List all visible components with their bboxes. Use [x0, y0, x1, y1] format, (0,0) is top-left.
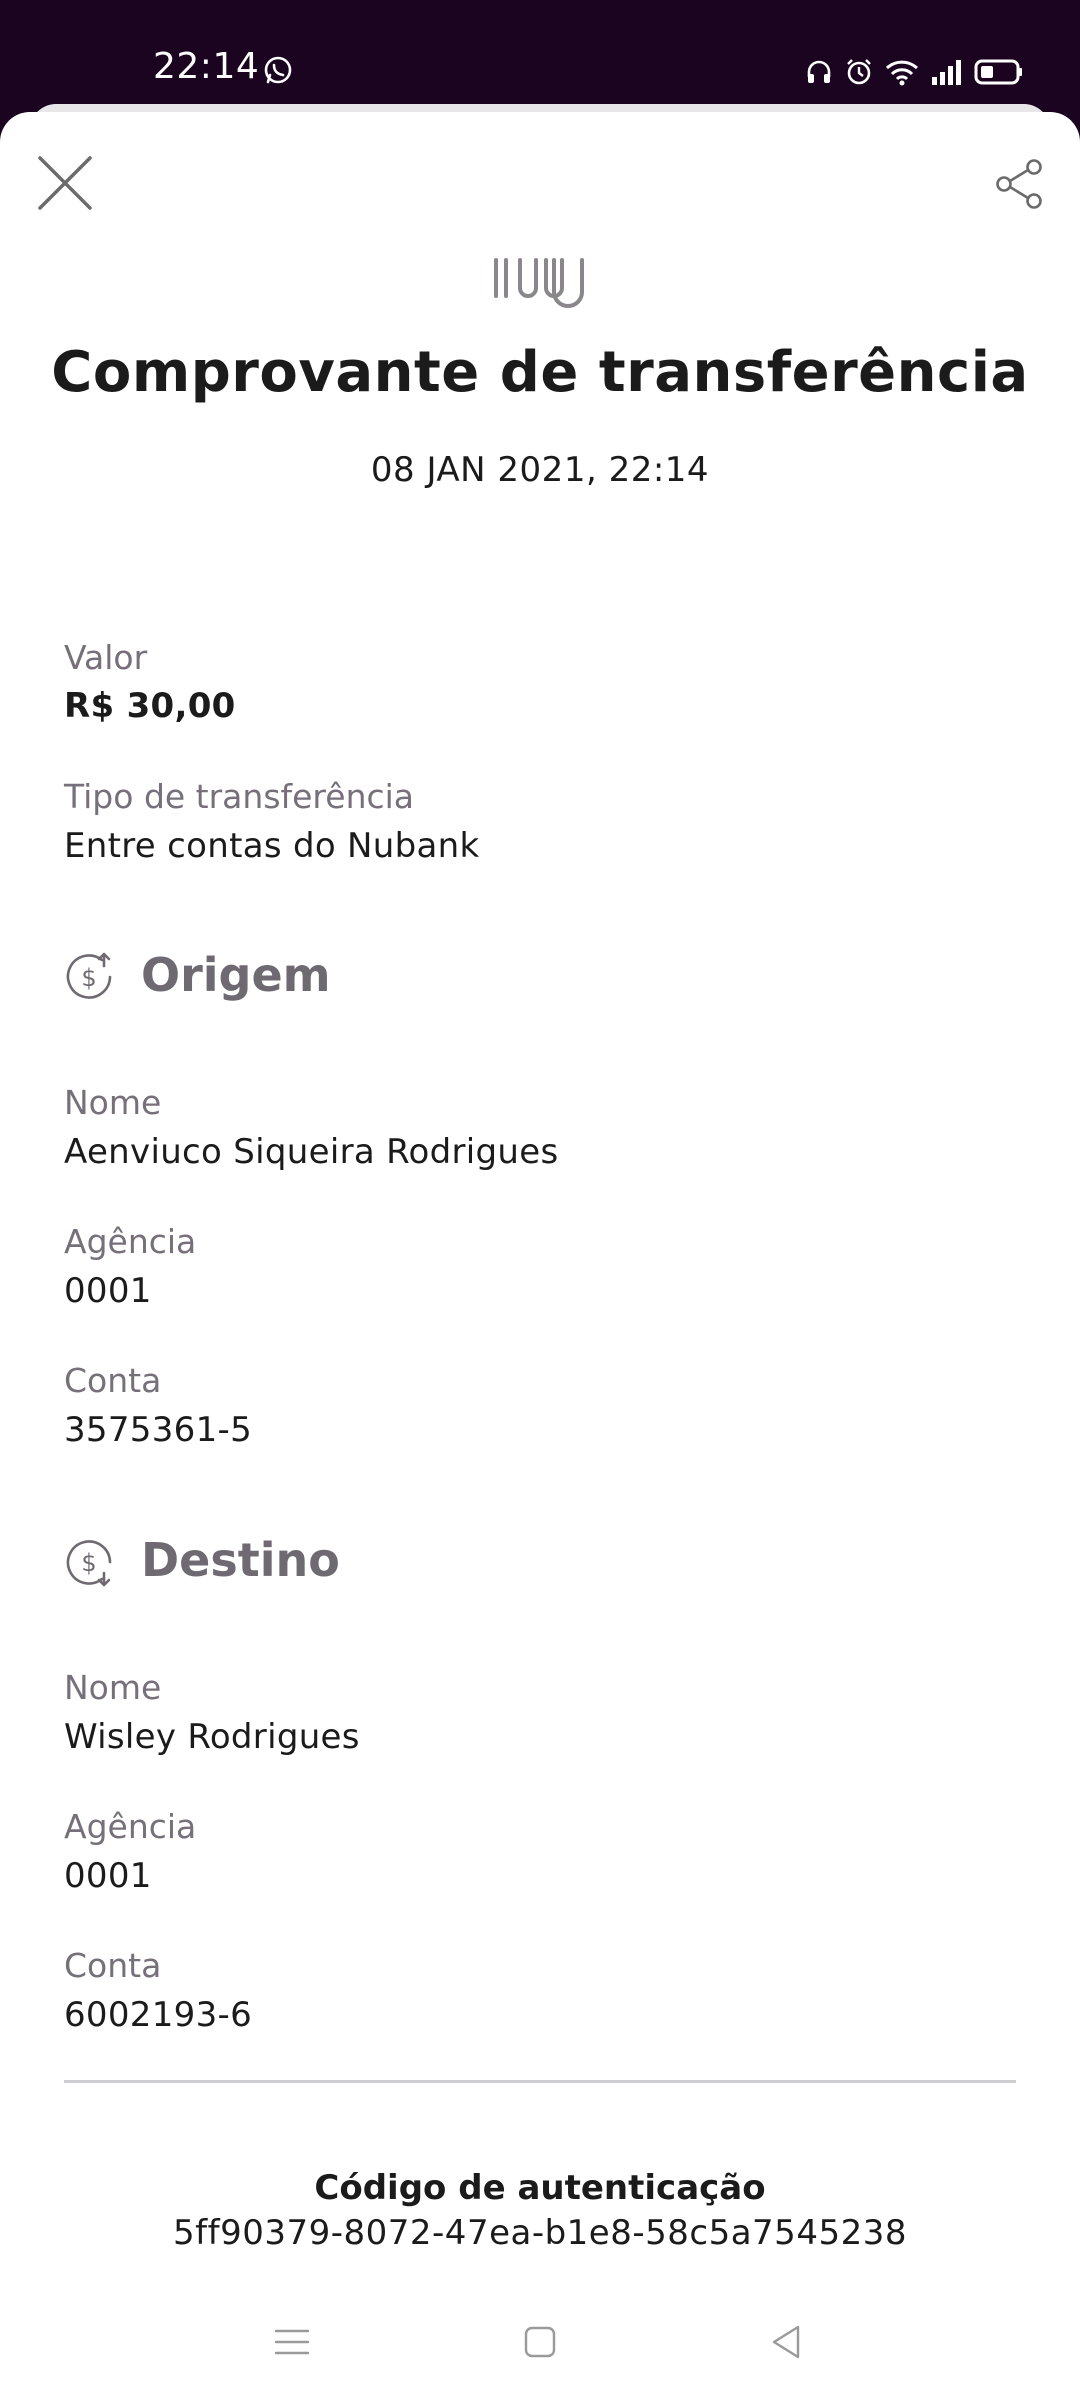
origem-conta-label: Conta	[64, 1361, 162, 1400]
battery-icon	[974, 59, 1022, 85]
page-title: Comprovante de transferência	[51, 340, 1029, 405]
auth-code-value: 5ff90379-8072-47ea-b1e8-58c5a7545238	[173, 2213, 907, 2253]
valor-value: R$ 30,00	[64, 686, 236, 726]
destino-nome-label: Nome	[64, 1668, 162, 1707]
origem-nome-label: Nome	[64, 1083, 162, 1122]
destino-heading: Destino	[141, 1533, 340, 1587]
tipo-label: Tipo de transferência	[64, 777, 415, 816]
signal-icon	[932, 60, 961, 85]
alarm-icon	[847, 59, 871, 85]
share-icon[interactable]	[994, 158, 1046, 210]
money-in-icon: $	[66, 1540, 112, 1587]
origem-heading: Origem	[141, 948, 331, 1002]
destino-conta-value: 6002193-6	[64, 1995, 253, 2035]
origem-agencia-value: 0001	[64, 1271, 152, 1311]
back-icon[interactable]	[766, 2322, 806, 2362]
headphones-icon	[807, 60, 831, 83]
receipt-date: 08 JAN 2021, 22:14	[370, 450, 710, 490]
menu-icon[interactable]	[272, 2322, 312, 2362]
nubank-logo	[494, 258, 584, 308]
svg-text:$: $	[81, 1549, 96, 1577]
status-time: 22:14	[153, 46, 260, 87]
destino-agencia-value: 0001	[64, 1856, 152, 1896]
destino-agencia-label: Agência	[64, 1807, 197, 1846]
destino-conta-label: Conta	[64, 1946, 162, 1985]
status-icons	[804, 54, 1024, 90]
valor-label: Valor	[64, 638, 148, 677]
whatsapp-icon	[264, 56, 292, 84]
close-icon[interactable]	[36, 154, 94, 212]
origem-nome-value: Aenviuco Siqueira Rodrigues	[64, 1132, 559, 1172]
money-out-icon: $	[66, 952, 112, 999]
divider	[64, 2080, 1016, 2083]
home-icon[interactable]	[520, 2322, 560, 2362]
tipo-value: Entre contas do Nubank	[64, 826, 480, 866]
wifi-icon	[885, 60, 919, 86]
destino-nome-value: Wisley Rodrigues	[64, 1717, 360, 1757]
auth-code-label: Código de autenticação	[314, 2168, 766, 2208]
origem-conta-value: 3575361-5	[64, 1410, 253, 1450]
svg-text:$: $	[81, 964, 96, 992]
origem-agencia-label: Agência	[64, 1222, 197, 1261]
